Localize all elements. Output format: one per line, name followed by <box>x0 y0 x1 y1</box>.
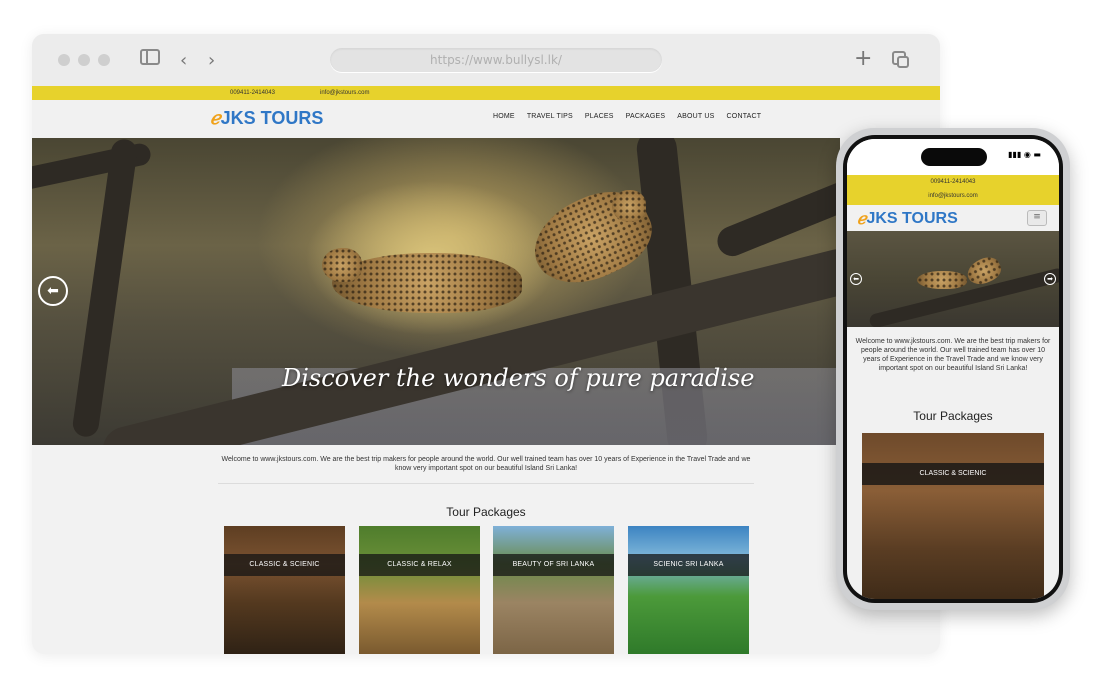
hamburger-menu-icon[interactable]: ≡ <box>1027 210 1047 226</box>
forward-icon[interactable]: › <box>208 50 215 71</box>
window-dot-zoom[interactable] <box>98 54 110 66</box>
divider <box>218 483 754 484</box>
new-tab-icon[interactable]: + <box>854 46 872 71</box>
browser-window: ‹ › https://www.bullysl.lk/ + 009411-241… <box>32 34 940 654</box>
mobile-contact-strip: 009411-2414043 info@jkstours.com <box>847 175 1059 205</box>
main-nav: HOME TRAVEL TIPS PLACES PACKAGES ABOUT U… <box>493 113 761 120</box>
package-label: BEAUTY OF SRI LANKA <box>493 554 614 576</box>
mobile-welcome-text: Welcome to www.jkstours.com. We are the … <box>855 338 1051 372</box>
welcome-text: Welcome to www.jkstours.com. We are the … <box>221 456 751 472</box>
phone-bezel: ▮▮▮ ◉ ▬ 009411-2414043 info@jkstours.com… <box>843 135 1063 603</box>
package-label: SCIENIC SRI LANKA <box>628 554 749 576</box>
mobile-logo-text: JKS TOURS <box>866 210 958 227</box>
nav-packages[interactable]: PACKAGES <box>626 113 666 120</box>
browser-toolbar: ‹ › https://www.bullysl.lk/ + <box>32 34 940 86</box>
mobile-package-card[interactable]: CLASSIC & SCIENIC <box>862 433 1044 599</box>
site-header: ℯ JKS TOURS HOME TRAVEL TIPS PLACES PACK… <box>32 100 940 138</box>
logo-mark-icon: ℯ <box>210 108 221 128</box>
contact-phone[interactable]: 009411-2414043 <box>230 86 275 100</box>
package-label: CLASSIC & RELAX <box>359 554 480 576</box>
nav-about-us[interactable]: ABOUT US <box>677 113 714 120</box>
package-card-classic-scienic[interactable]: CLASSIC & SCIENIC <box>224 526 345 654</box>
package-label: CLASSIC & SCIENIC <box>224 554 345 576</box>
phone-screen: ▮▮▮ ◉ ▬ 009411-2414043 info@jkstours.com… <box>847 139 1059 599</box>
phone-status-bar: ▮▮▮ ◉ ▬ <box>847 139 1059 175</box>
leopard-left-head <box>322 248 362 282</box>
window-dot-minimize[interactable] <box>78 54 90 66</box>
sidebar-icon[interactable] <box>140 49 160 65</box>
status-icons: ▮▮▮ ◉ ▬ <box>1008 150 1041 159</box>
mobile-logo[interactable]: ℯ JKS TOURS <box>857 209 958 229</box>
mobile-hero-next-icon[interactable]: ➡ <box>1044 273 1056 285</box>
hero-branch-right <box>712 165 840 261</box>
back-icon[interactable]: ‹ <box>180 50 187 71</box>
nav-home[interactable]: HOME <box>493 113 515 120</box>
contact-strip: 009411-2414043 info@jkstours.com <box>32 86 940 100</box>
nav-contact[interactable]: CONTACT <box>727 113 762 120</box>
mobile-hero-prev-icon[interactable]: ⬅ <box>850 273 862 285</box>
hero-caption: Discover the wonders of pure paradise <box>282 364 755 392</box>
mockup-stage: ‹ › https://www.bullysl.lk/ + 009411-241… <box>0 0 1100 684</box>
tour-packages-title: Tour Packages <box>446 505 526 519</box>
tabs-overview-icon[interactable] <box>892 51 909 68</box>
mobile-contact-phone[interactable]: 009411-2414043 <box>847 175 1059 189</box>
dynamic-island <box>921 148 987 166</box>
mobile-logo-mark-icon: ℯ <box>857 211 867 228</box>
hero-trunk <box>71 138 139 439</box>
mobile-hero: ⬅ ➡ <box>847 231 1059 327</box>
hero-slider: ⬅ Discover the wonders of pure paradise <box>32 138 840 445</box>
logo-text: JKS TOURS <box>220 108 324 128</box>
nav-places[interactable]: PLACES <box>585 113 614 120</box>
site-logo[interactable]: ℯ JKS TOURS <box>210 108 323 129</box>
window-dot-close[interactable] <box>58 54 70 66</box>
leopard-right-head <box>612 190 646 222</box>
package-card-beauty-of-sri-lanka[interactable]: BEAUTY OF SRI LANKA <box>493 526 614 654</box>
contact-email[interactable]: info@jkstours.com <box>320 86 369 100</box>
mobile-header: ℯ JKS TOURS ≡ <box>847 205 1059 231</box>
package-card-classic-relax[interactable]: CLASSIC & RELAX <box>359 526 480 654</box>
package-card-scienic-sri-lanka[interactable]: SCIENIC SRI LANKA <box>628 526 749 654</box>
hero-prev-arrow-icon[interactable]: ⬅ <box>38 276 68 306</box>
phone-device: ▮▮▮ ◉ ▬ 009411-2414043 info@jkstours.com… <box>836 128 1070 610</box>
mobile-tour-packages-title: Tour Packages <box>913 409 993 423</box>
nav-travel-tips[interactable]: TRAVEL TIPS <box>527 113 573 120</box>
mobile-contact-email[interactable]: info@jkstours.com <box>847 189 1059 203</box>
mobile-leopard-left <box>917 271 967 289</box>
address-bar[interactable]: https://www.bullysl.lk/ <box>330 48 662 72</box>
mobile-package-label: CLASSIC & SCIENIC <box>862 463 1044 485</box>
